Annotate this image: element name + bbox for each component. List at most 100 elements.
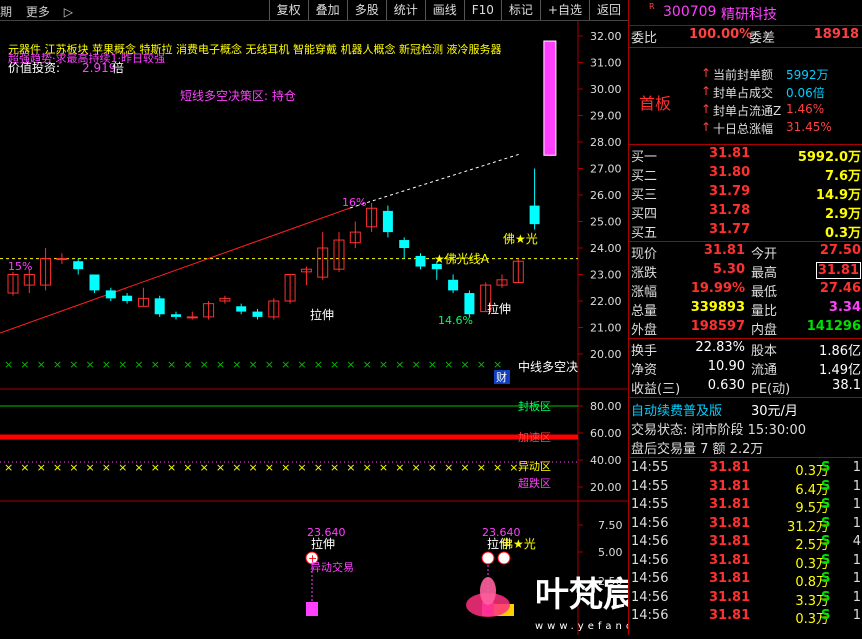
trade-state: 交易状态: 闭市阶段 15:30:00 xyxy=(631,419,861,439)
tick-row[interactable]: 14:56 31.81 31.2万 S 1 xyxy=(631,515,861,535)
period-label[interactable]: 期 xyxy=(0,5,12,19)
tick-price: 31.81 xyxy=(709,552,751,568)
buy-label: 买二 xyxy=(631,169,658,184)
toolbar-button[interactable]: +自选 xyxy=(539,0,589,20)
tick-price: 31.81 xyxy=(709,478,751,494)
quote-value: 198597 xyxy=(690,319,745,334)
candle-body xyxy=(543,40,557,156)
buy-vol: 0.3万 xyxy=(824,226,861,241)
toolbar-button[interactable]: 返回 xyxy=(588,0,628,20)
more-menu[interactable]: 更多 xyxy=(26,5,50,19)
trend-extension xyxy=(349,153,521,209)
x-mark: × xyxy=(444,358,453,371)
tick-price: 31.81 xyxy=(709,497,751,512)
toolbar-button[interactable]: 标记 xyxy=(500,0,540,20)
toolbar-button[interactable]: 统计 xyxy=(385,0,425,20)
p3-lashen: 拉伸 xyxy=(311,536,335,551)
x-mark: × xyxy=(477,358,486,371)
stats-label: 换手 xyxy=(631,344,658,359)
quote-label-2: 最低 xyxy=(751,285,778,300)
x-mark: × xyxy=(460,358,469,371)
x-mark-2: × xyxy=(37,461,46,474)
weicha-label: 委差 xyxy=(749,31,776,46)
trade-state-text: 交易状态: 闭市阶段 15:30:00 xyxy=(631,423,807,438)
x-mark: × xyxy=(4,358,13,371)
x-mark-2: × xyxy=(477,461,486,474)
tick-row[interactable]: 14:55 31.81 0.3万 S 1 xyxy=(631,460,861,479)
candle-body xyxy=(154,298,165,315)
stats-label: 收益(三) xyxy=(631,382,681,397)
chart-area[interactable]: 32.00 31.00 30.00 29.00 28.00 27.00 26.00 25.00… xyxy=(0,21,807,635)
buy-row: 买一 31.81 5992.0万 xyxy=(631,146,861,166)
buy-vol: 2.9万 xyxy=(824,207,861,222)
toolbar-button[interactable]: F10 xyxy=(463,0,501,20)
promo-price[interactable]: 30元/月 xyxy=(751,400,798,419)
toolbar-button[interactable]: 叠加 xyxy=(307,0,347,20)
quote-row: 涨幅 19.99% 最低 27.46 xyxy=(631,281,861,301)
tick-side: S xyxy=(821,460,831,475)
stats-value-2: 1.86亿 xyxy=(819,344,861,359)
x-mark-2: × xyxy=(102,461,111,474)
quote-row: 总量 339893 量比 3.34 xyxy=(631,300,861,320)
x-mark: × xyxy=(493,358,502,371)
x-mark: × xyxy=(37,358,46,371)
buy-price: 31.80 xyxy=(709,165,751,180)
tick-count: 1 xyxy=(852,460,861,475)
tick-row[interactable]: 14:55 31.81 6.4万 S 1 xyxy=(631,478,861,498)
p3-plus-icon-2 xyxy=(481,551,495,565)
tick-row[interactable]: 14:56 31.81 0.8万 S 1 xyxy=(631,571,861,590)
tick-row[interactable]: 14:55 31.81 9.5万 S 1 xyxy=(631,497,861,516)
x-mark-2: × xyxy=(200,461,209,474)
tick-row[interactable]: 14:56 31.81 2.5万 S 4 xyxy=(631,534,861,553)
candle-body xyxy=(236,306,247,312)
x-mark-2: × xyxy=(428,461,437,474)
x-mark: × xyxy=(428,358,437,371)
candle-body xyxy=(252,311,263,317)
x-mark-2: × xyxy=(346,461,355,474)
toolbar-button[interactable]: 复权 xyxy=(268,0,308,20)
x-mark: × xyxy=(265,358,274,371)
buy-row: 买三 31.79 14.9万 xyxy=(631,184,861,204)
x-mark: × xyxy=(69,358,78,371)
p3-plus-icon-3 xyxy=(497,551,511,565)
tick-side: S xyxy=(821,589,831,605)
seal-info-label: 封单占成交 xyxy=(713,86,774,100)
weibi-value: 100.00% xyxy=(689,27,753,42)
quote-label-2: 今开 xyxy=(751,247,778,262)
promo-row[interactable]: 自动续费普及版 30元/月 xyxy=(631,400,861,420)
promo-label[interactable]: 自动续费普及版 xyxy=(631,400,722,419)
x-mark: × xyxy=(102,358,111,371)
x-mark-2: × xyxy=(151,461,160,474)
candle-body xyxy=(56,258,68,261)
quote-value-2: 3.34 xyxy=(828,300,861,315)
tick-row[interactable]: 14:56 31.81 0.3万 S 1 xyxy=(631,608,861,627)
tick-side: S xyxy=(821,515,831,531)
x-mark-2: × xyxy=(4,461,13,474)
tick-row[interactable]: 14:56 31.81 0.3万 S 1 xyxy=(631,552,861,572)
toolbar-button[interactable]: 画线 xyxy=(424,0,464,20)
x-mark-2: × xyxy=(265,461,274,474)
tick-row[interactable]: 14:56 31.81 3.3万 S 1 xyxy=(631,589,861,609)
quote-value: 31.81 xyxy=(703,243,745,258)
x-mark: × xyxy=(20,358,29,371)
watermark-cn: 叶梵宸指标公式网 xyxy=(535,575,628,615)
kline-chart[interactable]: 32.00 31.00 30.00 29.00 28.00 27.00 26.00 25.00… xyxy=(0,21,807,635)
after-trade: 盘后交易量 7 额 2.2万 xyxy=(631,438,861,458)
stats-value-2: 38.1 xyxy=(832,378,861,393)
price-label: 28.00 xyxy=(590,136,622,149)
x-mark: × xyxy=(183,358,192,371)
price-label: 22.00 xyxy=(590,295,622,308)
toolbar-button[interactable]: 多股 xyxy=(346,0,386,20)
seal-info-row: ↑ 十日总涨幅 31.45% xyxy=(631,120,861,140)
quote-row: 外盘 198597 内盘 141296 xyxy=(631,319,861,339)
quote-label-2: 内盘 xyxy=(751,323,778,338)
play-icon[interactable]: ▷ xyxy=(64,5,73,19)
tick-side: S xyxy=(821,497,831,512)
seal-arrow-icon: ↑ xyxy=(701,102,712,116)
x-mark-2: × xyxy=(330,461,339,474)
seal-info-row: ↑ 封单占成交 0.06倍 xyxy=(631,84,861,104)
buy-price: 31.77 xyxy=(709,222,751,237)
tick-count: 1 xyxy=(852,552,861,568)
candle-body xyxy=(529,205,540,225)
tick-price: 31.81 xyxy=(709,589,751,605)
